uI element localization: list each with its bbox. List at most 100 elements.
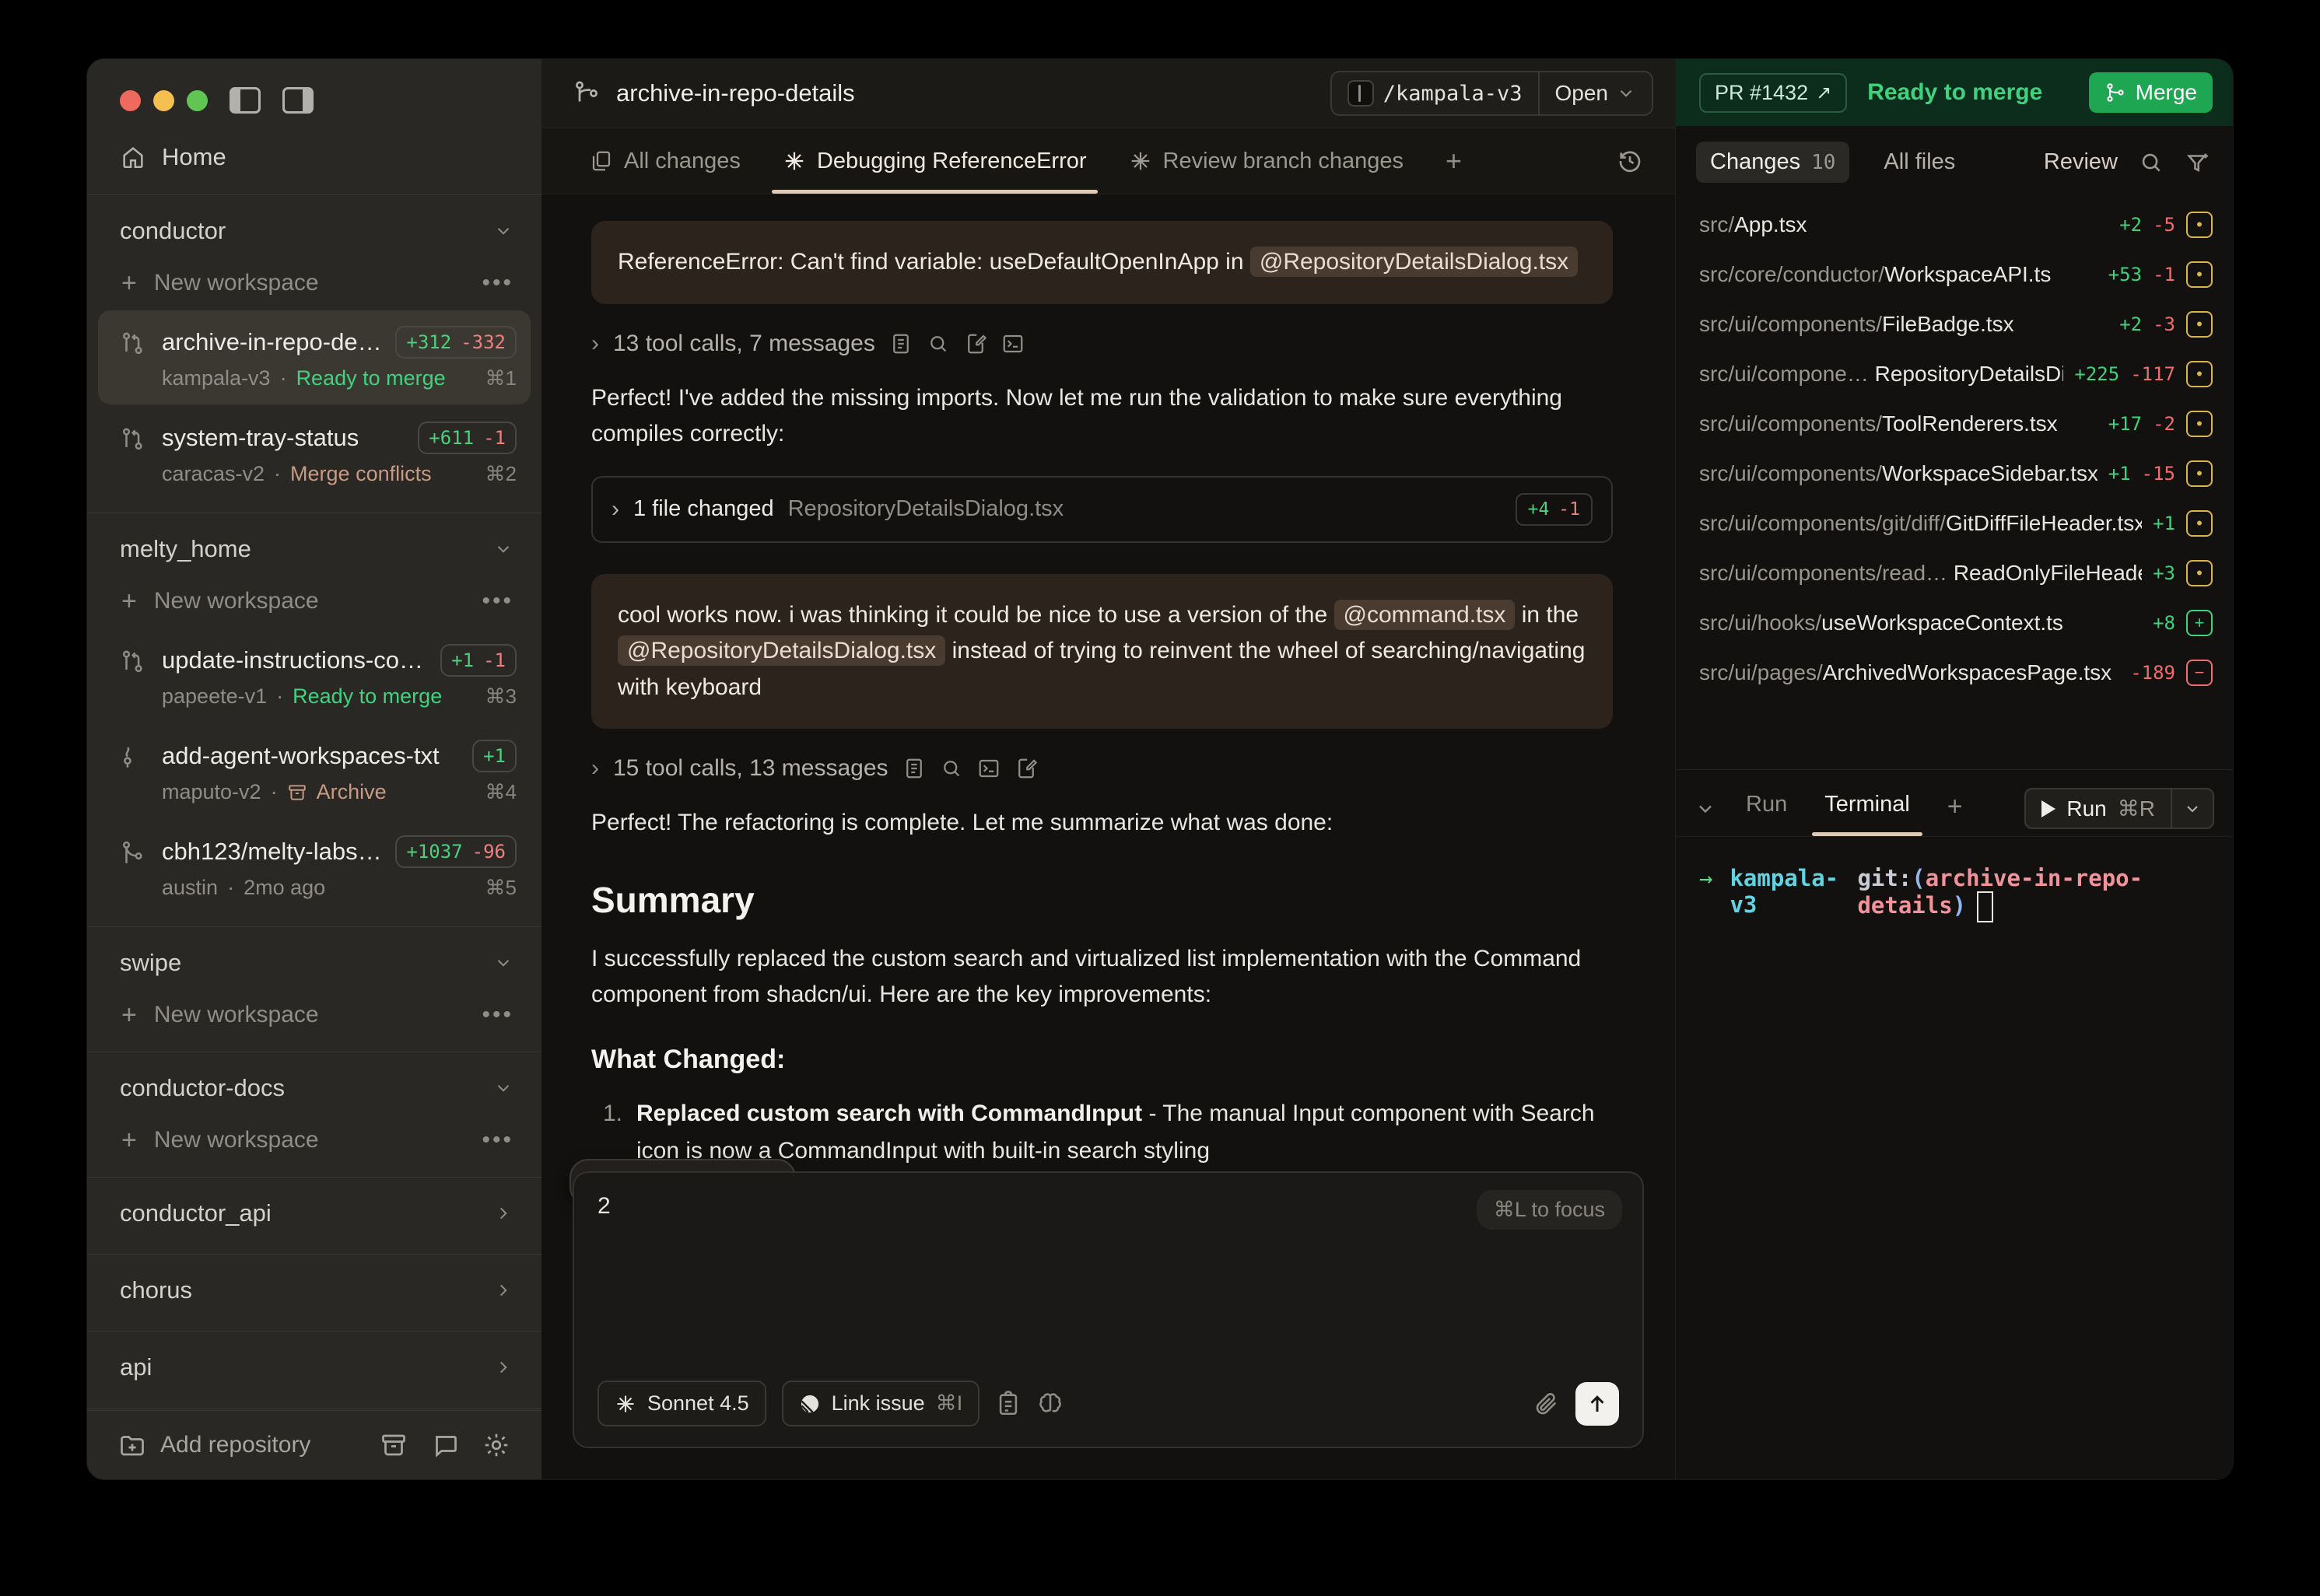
workspace-item[interactable]: update-instructions-codex+1-1papeete-v1·… xyxy=(98,628,531,723)
workspace-item[interactable]: add-agent-workspaces-txt+1maputo-v2·Arch… xyxy=(98,724,531,818)
new-workspace-button[interactable]: +New workspace••• xyxy=(87,579,541,627)
tab-all-changes[interactable]: All changes xyxy=(573,128,758,194)
open-button[interactable]: Open xyxy=(1540,72,1652,114)
model-selector-button[interactable]: Sonnet 4.5 xyxy=(598,1381,766,1426)
tab-all-files[interactable]: All files xyxy=(1870,142,1969,183)
tab-run[interactable]: Run xyxy=(1730,781,1803,836)
changed-file-row[interactable]: src/ui/components/ToolRenderers.tsx+17-2… xyxy=(1676,399,2233,449)
chevron-right-icon xyxy=(493,1203,513,1223)
add-repository-button[interactable]: Add repository xyxy=(118,1431,356,1459)
message-composer[interactable]: 2 ⌘L to focus Sonnet 4.5 Link issue ⌘I xyxy=(573,1171,1644,1448)
user-message: cool works now. i was thinking it could … xyxy=(591,574,1613,730)
chat-icon[interactable] xyxy=(431,1431,459,1459)
file-name: useWorkspaceContext.ts xyxy=(1821,611,2063,635)
file-mention-chip[interactable]: @RepositoryDetailsDialog.tsx xyxy=(1250,247,1578,277)
more-options-icon[interactable]: ••• xyxy=(482,588,513,614)
diff-stats-pill: +1 xyxy=(472,740,517,772)
file-changed-box[interactable]: › 1 file changed RepositoryDetailsDialog… xyxy=(591,476,1613,543)
tool-calls-summary[interactable]: › 15 tool calls, 13 messages xyxy=(591,755,1613,782)
changed-file-row[interactable]: src/ui/components/FileBadge.tsx+2-3• xyxy=(1676,299,2233,349)
changed-file-row[interactable]: src/core/conductor/WorkspaceAPI.ts+53-1• xyxy=(1676,250,2233,299)
deletions-count: -117 xyxy=(2130,363,2175,385)
toggle-right-sidebar-icon[interactable] xyxy=(282,87,314,114)
new-tab-button[interactable]: + xyxy=(1428,128,1479,194)
additions-count: +53 xyxy=(2108,264,2142,285)
review-button[interactable]: Review xyxy=(2044,149,2118,175)
toggle-left-sidebar-icon[interactable] xyxy=(230,87,261,114)
workspace-shortcut: ⌘1 xyxy=(485,366,517,390)
workspace-item[interactable]: system-tray-status+611-1caracas-v2·Merge… xyxy=(98,406,531,500)
gear-icon[interactable] xyxy=(482,1431,510,1459)
workspace-group: chorus xyxy=(87,1254,541,1331)
changed-file-row[interactable]: src/ui/components/WorkspaceSidebar.tsx+1… xyxy=(1676,449,2233,499)
chevron-down-icon xyxy=(493,539,513,559)
search-icon[interactable] xyxy=(2138,149,2164,176)
sidebar-footer: Add repository xyxy=(87,1410,541,1479)
link-issue-button[interactable]: Link issue ⌘I xyxy=(782,1381,980,1426)
user-message: ReferenceError: Can't find variable: use… xyxy=(591,221,1613,304)
sidebar-group-chorus[interactable]: chorus xyxy=(87,1259,541,1320)
tab-debugging-referenceerror[interactable]: Debugging ReferenceError xyxy=(766,128,1104,194)
terminal-section: Run Terminal + Run ⌘R → kampala-v xyxy=(1676,769,2233,1479)
plus-icon: + xyxy=(121,1127,137,1153)
tab-terminal[interactable]: Terminal xyxy=(1809,781,1926,836)
file-mention-chip[interactable]: @RepositoryDetailsDialog.tsx xyxy=(618,635,945,666)
merge-button[interactable]: Merge xyxy=(2089,72,2213,113)
finder-icon xyxy=(1347,80,1374,107)
new-workspace-label: New workspace xyxy=(154,1127,465,1153)
workspace-item[interactable]: cbh123/melty-labs-ho…+1037-96austin·2mo … xyxy=(98,820,531,914)
new-workspace-button[interactable]: +New workspace••• xyxy=(87,261,541,309)
archive-icon[interactable] xyxy=(380,1431,408,1459)
filter-icon[interactable] xyxy=(2185,149,2211,176)
diff-stats-pill: +4 -1 xyxy=(1516,493,1593,526)
pr-number-badge[interactable]: PR #1432 ↗ xyxy=(1699,73,1847,113)
pr-header: PR #1432 ↗ Ready to merge Merge xyxy=(1676,59,2233,126)
changed-file-row[interactable]: src/ui/components/git/diff/GitDiffFileHe… xyxy=(1676,499,2233,548)
additions-count: +1 xyxy=(2153,513,2175,534)
chevron-down-icon[interactable] xyxy=(1694,798,1716,820)
history-icon[interactable] xyxy=(1616,147,1644,175)
new-workspace-button[interactable]: +New workspace••• xyxy=(87,992,541,1041)
sidebar-item-home[interactable]: Home xyxy=(87,121,541,194)
terminal-output[interactable]: → kampala-v3 git:(archive-in-repo-detail… xyxy=(1676,837,2233,1479)
workspace-item[interactable]: archive-in-repo-details+312-332kampala-v… xyxy=(98,310,531,404)
tool-calls-summary[interactable]: › 13 tool calls, 7 messages xyxy=(591,331,1613,357)
changed-file-row[interactable]: src/ui/pages/ArchivedWorkspacesPage.tsx-… xyxy=(1676,648,2233,698)
sidebar: Home conductor + New workspace ••• archive-i… xyxy=(87,59,541,1479)
changed-file-row[interactable]: src/App.tsx+2-5• xyxy=(1676,200,2233,250)
file-mention-chip[interactable]: @command.tsx xyxy=(1334,600,1516,630)
sidebar-group-conductor[interactable]: conductor xyxy=(87,200,541,261)
more-options-icon[interactable]: ••• xyxy=(482,270,513,296)
tab-changes[interactable]: Changes 10 xyxy=(1696,142,1849,183)
repo-chip[interactable]: /kampala-v3 xyxy=(1332,72,1540,114)
changed-file-row[interactable]: src/ui/compone… RepositoryDetailsDialog.… xyxy=(1676,349,2233,399)
minimize-window-button[interactable] xyxy=(153,90,174,111)
paperclip-icon[interactable] xyxy=(1533,1391,1560,1417)
more-options-icon[interactable]: ••• xyxy=(482,1127,513,1153)
sidebar-group-conductor-docs[interactable]: conductor-docs xyxy=(87,1057,541,1118)
run-options-button[interactable] xyxy=(2172,789,2213,828)
new-terminal-button[interactable]: + xyxy=(1932,781,1978,836)
workspace-status: Merge conflicts xyxy=(290,462,432,486)
changed-file-row[interactable]: src/ui/hooks/useWorkspaceContext.ts+8+ xyxy=(1676,598,2233,648)
sidebar-group-conductor_api[interactable]: conductor_api xyxy=(87,1182,541,1243)
composer-input[interactable]: 2 xyxy=(598,1193,1619,1381)
changed-file-row[interactable]: src/ui/components/read… ReadOnlyFileHead… xyxy=(1676,548,2233,598)
sidebar-group-swipe[interactable]: swipe xyxy=(87,932,541,992)
new-workspace-button[interactable]: + New workspace ••• xyxy=(87,1118,541,1166)
git-branch-icon xyxy=(573,79,601,107)
close-window-button[interactable] xyxy=(120,90,141,111)
file-status-added-icon: + xyxy=(2186,610,2213,636)
new-workspace-label: New workspace xyxy=(154,588,465,614)
sidebar-group-melty_home[interactable]: melty_home xyxy=(87,518,541,579)
send-button[interactable] xyxy=(1575,1382,1619,1426)
tab-review-branch-changes[interactable]: Review branch changes xyxy=(1112,128,1421,194)
brain-icon[interactable] xyxy=(1037,1391,1064,1417)
new-workspace-label: New workspace xyxy=(154,1002,465,1028)
chevron-down-icon xyxy=(493,953,513,973)
zoom-window-button[interactable] xyxy=(187,90,208,111)
run-button[interactable]: Run ⌘R xyxy=(2026,789,2172,828)
more-options-icon[interactable]: ••• xyxy=(482,1002,513,1028)
clipboard-icon[interactable] xyxy=(995,1391,1022,1417)
sidebar-group-api[interactable]: api xyxy=(87,1336,541,1397)
